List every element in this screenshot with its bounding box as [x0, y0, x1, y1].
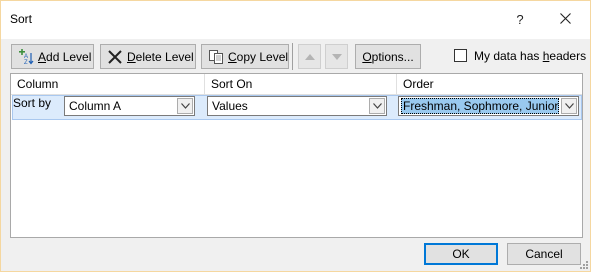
column-select[interactable]: Column A [64, 96, 195, 116]
options-label: ptions... [371, 49, 414, 64]
sort-dialog: Sort ? A Z Add Level Delete Level C opy … [0, 0, 591, 272]
add-level-icon: A Z [18, 48, 34, 66]
headers-checkbox[interactable] [454, 49, 467, 62]
options-button[interactable]: Options... [355, 44, 421, 69]
delete-level-label: elete Level [135, 49, 194, 64]
dialog-title: Sort [10, 12, 33, 26]
sort-levels-grid: Column Sort On Order Sort by Column A Va… [10, 73, 583, 238]
headers-checkbox-label[interactable]: My data has headers [474, 49, 586, 63]
options-mnemonic: O [362, 49, 372, 64]
svg-text:Z: Z [24, 60, 28, 65]
copy-level-mnemonic: C [228, 49, 237, 64]
delete-x-icon [107, 49, 123, 65]
order-select-value: Freshman, Sophmore, Junior, S [401, 98, 559, 114]
column-header: Column [11, 74, 204, 95]
delete-level-button[interactable]: Delete Level [100, 44, 196, 69]
triangle-down-icon [331, 53, 342, 60]
copy-level-label: opy Level [236, 49, 289, 64]
order-header: Order [397, 74, 582, 95]
sort-on-select[interactable]: Values [207, 96, 387, 116]
sort-by-label: Sort by [13, 96, 52, 110]
chevron-down-icon[interactable] [177, 98, 193, 114]
add-level-mnemonic: A [38, 49, 47, 64]
help-button[interactable]: ? [509, 9, 531, 31]
chevron-down-icon[interactable] [561, 98, 577, 114]
toolbar-divider [292, 43, 293, 70]
add-level-label: dd Level [46, 49, 92, 64]
close-icon [559, 13, 571, 24]
move-up-button[interactable] [298, 44, 321, 69]
ok-button[interactable]: OK [424, 243, 498, 265]
order-select[interactable]: Freshman, Sophmore, Junior, S [398, 96, 579, 116]
move-down-button[interactable] [325, 44, 348, 69]
headers-label-rest: eaders [549, 49, 587, 63]
column-select-value: Column A [69, 99, 122, 113]
title-bar: Sort ? [1, 1, 590, 39]
sort-on-select-value: Values [212, 99, 248, 113]
close-button[interactable] [550, 8, 580, 32]
delete-level-mnemonic: D [127, 49, 136, 64]
copy-icon [208, 49, 224, 65]
cancel-button[interactable]: Cancel [507, 243, 581, 265]
chevron-down-icon[interactable] [369, 98, 385, 114]
sort-on-header: Sort On [205, 74, 396, 95]
copy-level-button[interactable]: Copy Level [201, 44, 289, 69]
resize-grip-icon[interactable] [579, 260, 589, 270]
headers-label-prefix: My data has [474, 49, 543, 63]
triangle-up-icon [304, 53, 315, 60]
add-level-button[interactable]: A Z Add Level [11, 44, 94, 69]
